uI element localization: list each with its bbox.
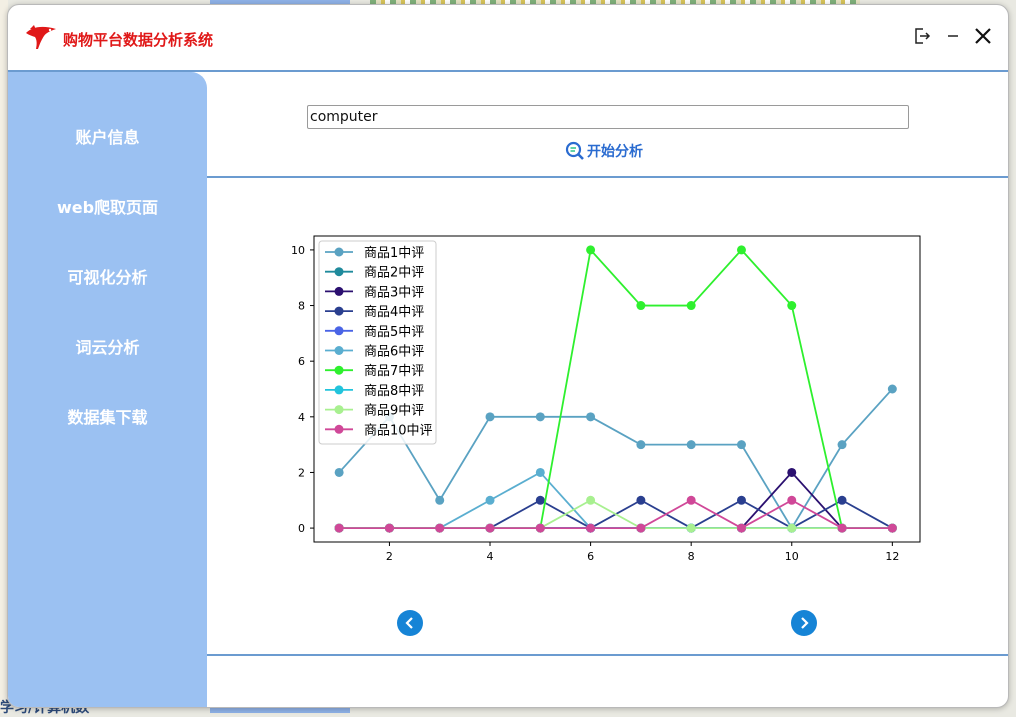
close-icon (975, 28, 991, 44)
data-point (686, 523, 696, 533)
data-point (535, 467, 545, 477)
footer-divider (207, 654, 1008, 656)
legend-label: 商品4中评 (364, 305, 424, 320)
data-point (837, 523, 847, 533)
legend-marker (334, 286, 344, 296)
sidebar: 账户信息 web爬取页面 可视化分析 词云分析 数据集下载 (8, 72, 207, 707)
data-point (887, 384, 897, 394)
data-point (485, 412, 495, 422)
data-point (837, 495, 847, 505)
legend-marker (334, 385, 344, 395)
y-tick-label: 6 (298, 355, 305, 368)
data-point (435, 495, 445, 505)
y-tick-label: 2 (298, 466, 305, 479)
data-point (636, 301, 646, 311)
app-window: 购物平台数据分析系统 账户信息 web爬取页面 可视化分析 词云分析 数据集下载 (7, 4, 1009, 708)
data-point (485, 523, 495, 533)
search-icon (565, 141, 584, 160)
data-point (485, 495, 495, 505)
legend-label: 商品1中评 (364, 246, 424, 261)
data-point (787, 467, 797, 477)
y-tick-label: 4 (298, 411, 305, 424)
data-point (586, 245, 596, 255)
data-point (887, 523, 897, 533)
data-point (435, 523, 445, 533)
title-bar: 购物平台数据分析系统 (8, 5, 1008, 70)
data-point (586, 412, 596, 422)
data-point (837, 440, 847, 450)
sidebar-item-dataset-download[interactable]: 数据集下载 (8, 398, 207, 438)
data-point (636, 523, 646, 533)
minimize-icon (948, 35, 958, 37)
data-point (535, 523, 545, 533)
legend-label: 商品8中评 (364, 384, 424, 399)
minimize-button[interactable] (942, 25, 964, 47)
y-tick-label: 10 (291, 244, 305, 257)
y-tick-label: 8 (298, 300, 305, 313)
legend-marker (334, 247, 344, 257)
logout-icon (915, 28, 931, 44)
data-point (787, 301, 797, 311)
data-point (686, 301, 696, 311)
x-tick-label: 2 (386, 550, 393, 563)
data-point (586, 523, 596, 533)
legend-marker (334, 326, 344, 336)
previous-chart-button[interactable] (397, 610, 423, 636)
sidebar-item-web-crawl[interactable]: web爬取页面 (8, 188, 207, 228)
y-tick-label: 0 (298, 522, 305, 535)
x-tick-label: 10 (785, 550, 799, 563)
section-divider (207, 176, 1008, 178)
data-point (334, 467, 344, 477)
data-point (686, 495, 696, 505)
sidebar-item-wordcloud[interactable]: 词云分析 (8, 328, 207, 368)
legend-marker (334, 424, 344, 434)
data-point (334, 523, 344, 533)
data-point (636, 440, 646, 450)
legend-label: 商品7中评 (364, 364, 424, 379)
data-point (535, 412, 545, 422)
next-chart-button[interactable] (791, 610, 817, 636)
data-point (636, 495, 646, 505)
legend-label: 商品6中评 (364, 345, 424, 360)
sidebar-item-account[interactable]: 账户信息 (8, 118, 207, 158)
legend-marker (334, 346, 344, 355)
x-tick-label: 6 (587, 550, 594, 563)
start-analysis-button[interactable]: 开始分析 (565, 140, 643, 162)
main-panel: 开始分析 2 4 6 8 10 12 0 2 4 6 8 10 商品1中评商品2中评商品3中评商品4中评… (207, 72, 1008, 707)
data-point (384, 523, 394, 533)
data-point (736, 495, 746, 505)
data-point (787, 523, 797, 533)
data-point (736, 440, 746, 450)
data-point (736, 245, 746, 255)
data-point (686, 440, 696, 450)
legend-marker (334, 306, 344, 316)
legend-marker (334, 365, 344, 375)
start-analysis-label: 开始分析 (587, 144, 643, 160)
sidebar-item-visualization[interactable]: 可视化分析 (8, 258, 207, 298)
data-point (787, 495, 797, 505)
legend-marker (334, 267, 344, 277)
logout-button[interactable] (911, 25, 933, 47)
line-chart: 2 4 6 8 10 12 0 2 4 6 8 10 商品1中评商品2中评商品3中评商品4中评商品5中评… (291, 235, 921, 563)
data-point (736, 523, 746, 533)
legend-label: 商品5中评 (364, 325, 424, 340)
data-point (535, 495, 545, 505)
legend-marker (334, 405, 344, 415)
legend-label: 商品10中评 (364, 423, 433, 438)
bird-logo-icon (26, 25, 56, 49)
legend-label: 商品9中评 (364, 404, 424, 419)
search-input[interactable] (307, 105, 909, 129)
x-tick-label: 12 (885, 550, 899, 563)
chevron-right-icon (801, 617, 809, 629)
app-title: 购物平台数据分析系统 (63, 31, 214, 49)
legend-label: 商品3中评 (364, 285, 424, 300)
data-point (586, 495, 596, 505)
chevron-left-icon (405, 617, 413, 629)
x-tick-label: 4 (487, 550, 494, 563)
x-tick-label: 8 (688, 550, 695, 563)
close-button[interactable] (972, 25, 994, 47)
legend-label: 商品2中评 (364, 266, 424, 281)
